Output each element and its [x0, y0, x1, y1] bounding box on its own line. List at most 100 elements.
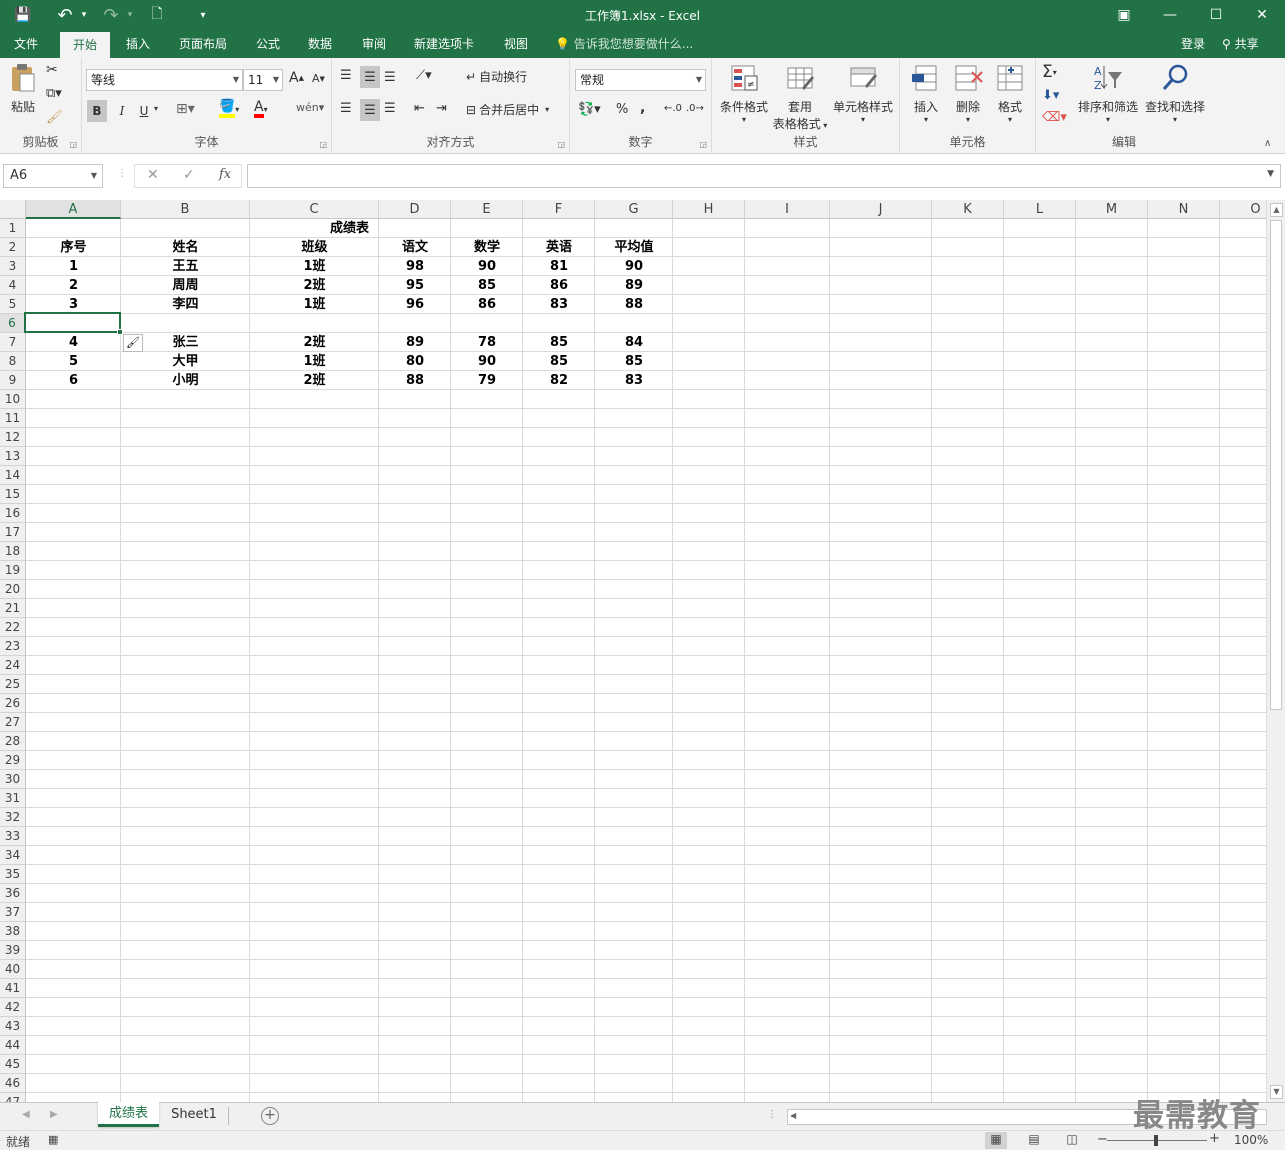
row-header-21[interactable]: 21 — [0, 599, 26, 618]
row-header-38[interactable]: 38 — [0, 922, 26, 941]
align-center-icon[interactable]: ☰ — [360, 99, 380, 121]
percent-button[interactable]: % — [616, 102, 628, 117]
selected-cell-outline[interactable] — [24, 312, 123, 335]
row-header-40[interactable]: 40 — [0, 960, 26, 979]
data-cell[interactable]: 88 — [379, 371, 451, 390]
vertical-scrollbar[interactable]: ▲ ▼ — [1266, 200, 1285, 1102]
data-cell[interactable]: 89 — [595, 276, 673, 295]
data-cell[interactable]: 90 — [451, 352, 523, 371]
expand-formula-bar-icon[interactable]: ▼ — [1267, 169, 1274, 179]
data-cell[interactable]: 83 — [595, 371, 673, 390]
row-header-19[interactable]: 19 — [0, 561, 26, 580]
header-cell[interactable]: 平均值 — [595, 238, 673, 257]
data-cell[interactable]: 5 — [26, 352, 121, 371]
number-launcher-icon[interactable]: ◲ — [699, 140, 707, 149]
column-header-j[interactable]: J — [830, 200, 932, 219]
row-header-1[interactable]: 1 — [0, 219, 26, 238]
minimize-button[interactable]: — — [1150, 3, 1190, 27]
row-header-5[interactable]: 5 — [0, 295, 26, 314]
data-cell[interactable]: 1班 — [250, 257, 379, 276]
row-header-9[interactable]: 9 — [0, 371, 26, 390]
data-cell[interactable] — [451, 314, 523, 333]
data-cell[interactable]: 1 — [26, 257, 121, 276]
header-cell[interactable]: 数学 — [451, 238, 523, 257]
column-header-i[interactable]: I — [745, 200, 830, 219]
row-header-29[interactable]: 29 — [0, 751, 26, 770]
row-header-32[interactable]: 32 — [0, 808, 26, 827]
row-header-7[interactable]: 7 — [0, 333, 26, 352]
row-header-26[interactable]: 26 — [0, 694, 26, 713]
select-all-corner[interactable] — [0, 200, 26, 219]
confirm-entry-icon[interactable]: ✓ — [183, 167, 195, 183]
clear-icon[interactable]: ⌫▾ — [1042, 110, 1067, 125]
row-header-17[interactable]: 17 — [0, 523, 26, 542]
comma-button[interactable]: , — [640, 100, 645, 116]
data-cell[interactable]: 2班 — [250, 371, 379, 390]
tab-file[interactable]: 文件 — [4, 30, 48, 58]
row-header-34[interactable]: 34 — [0, 846, 26, 865]
format-painter-icon[interactable]: 🖌 — [46, 110, 63, 125]
grow-font-button[interactable]: A ▲ — [289, 70, 304, 86]
zoom-in-button[interactable]: + — [1209, 1131, 1220, 1146]
data-cell[interactable]: 86 — [523, 276, 595, 295]
format-as-table-button[interactable]: 套用 表格格式 ▾ — [770, 62, 830, 132]
prev-sheet-icon[interactable]: ◀ — [22, 1109, 30, 1120]
row-header-36[interactable]: 36 — [0, 884, 26, 903]
paste-button[interactable]: 粘贴 — [4, 62, 42, 115]
collapse-ribbon-icon[interactable]: ∧ — [1264, 138, 1271, 149]
align-bottom-icon[interactable]: ☰ — [384, 70, 396, 85]
align-middle-icon[interactable]: ☰ — [360, 66, 380, 88]
row-header-14[interactable]: 14 — [0, 466, 26, 485]
row-header-30[interactable]: 30 — [0, 770, 26, 789]
row-header-42[interactable]: 42 — [0, 998, 26, 1017]
shrink-font-button[interactable]: A ▼ — [312, 72, 325, 85]
row-header-4[interactable]: 4 — [0, 276, 26, 295]
accounting-format-icon[interactable]: 💱▾ — [578, 102, 601, 117]
row-header-28[interactable]: 28 — [0, 732, 26, 751]
data-cell[interactable]: 79 — [451, 371, 523, 390]
row-header-46[interactable]: 46 — [0, 1074, 26, 1093]
find-select-button[interactable]: 查找和选择 ▾ — [1142, 62, 1208, 124]
data-cell[interactable]: 96 — [379, 295, 451, 314]
row-header-16[interactable]: 16 — [0, 504, 26, 523]
data-cell[interactable]: 4 — [26, 333, 121, 352]
data-cell[interactable]: 78 — [451, 333, 523, 352]
data-cell[interactable]: 85 — [523, 333, 595, 352]
clipboard-launcher-icon[interactable]: ◲ — [69, 140, 77, 149]
data-cell[interactable] — [250, 314, 379, 333]
data-cell[interactable]: 88 — [595, 295, 673, 314]
wrap-text-button[interactable]: ↵ 自动换行 — [466, 68, 527, 85]
tab-review[interactable]: 审阅 — [352, 30, 396, 58]
data-cell[interactable] — [523, 314, 595, 333]
data-cell[interactable]: 李四 — [121, 295, 250, 314]
scroll-up-icon[interactable]: ▲ — [1270, 203, 1283, 217]
data-cell[interactable] — [379, 314, 451, 333]
column-header-g[interactable]: G — [595, 200, 673, 219]
close-button[interactable]: ✕ — [1242, 3, 1282, 27]
font-launcher-icon[interactable]: ◲ — [319, 140, 327, 149]
data-cell[interactable]: 王五 — [121, 257, 250, 276]
row-header-27[interactable]: 27 — [0, 713, 26, 732]
row-header-33[interactable]: 33 — [0, 827, 26, 846]
row-header-39[interactable]: 39 — [0, 941, 26, 960]
row-header-12[interactable]: 12 — [0, 428, 26, 447]
worksheet-grid[interactable]: A B C D E F G H I J K L M N O 1 2 3 4 5 6 7 8 9 10 11 12 13 14 15 16 17… — [0, 200, 1285, 1102]
column-header-l[interactable]: L — [1004, 200, 1076, 219]
row-header-45[interactable]: 45 — [0, 1055, 26, 1074]
sheet-title-cell[interactable]: 成绩表 — [26, 219, 673, 238]
align-right-icon[interactable]: ☰ — [384, 101, 396, 116]
share-button[interactable]: ⚲ 共享 — [1222, 30, 1259, 58]
row-header-8[interactable]: 8 — [0, 352, 26, 371]
row-header-43[interactable]: 43 — [0, 1017, 26, 1036]
data-cell[interactable]: 90 — [595, 257, 673, 276]
data-cell[interactable]: 84 — [595, 333, 673, 352]
autosum-button[interactable]: Σ ▾ — [1042, 62, 1057, 82]
scroll-down-icon[interactable]: ▼ — [1270, 1085, 1283, 1099]
column-header-m[interactable]: M — [1076, 200, 1148, 219]
tell-me-box[interactable]: 💡 告诉我您想要做什么... — [555, 30, 693, 58]
tab-insert[interactable]: 插入 — [116, 30, 160, 58]
header-cell[interactable]: 序号 — [26, 238, 121, 257]
next-sheet-icon[interactable]: ▶ — [50, 1109, 58, 1120]
row-header-23[interactable]: 23 — [0, 637, 26, 656]
sign-in-link[interactable]: 登录 — [1181, 30, 1205, 58]
